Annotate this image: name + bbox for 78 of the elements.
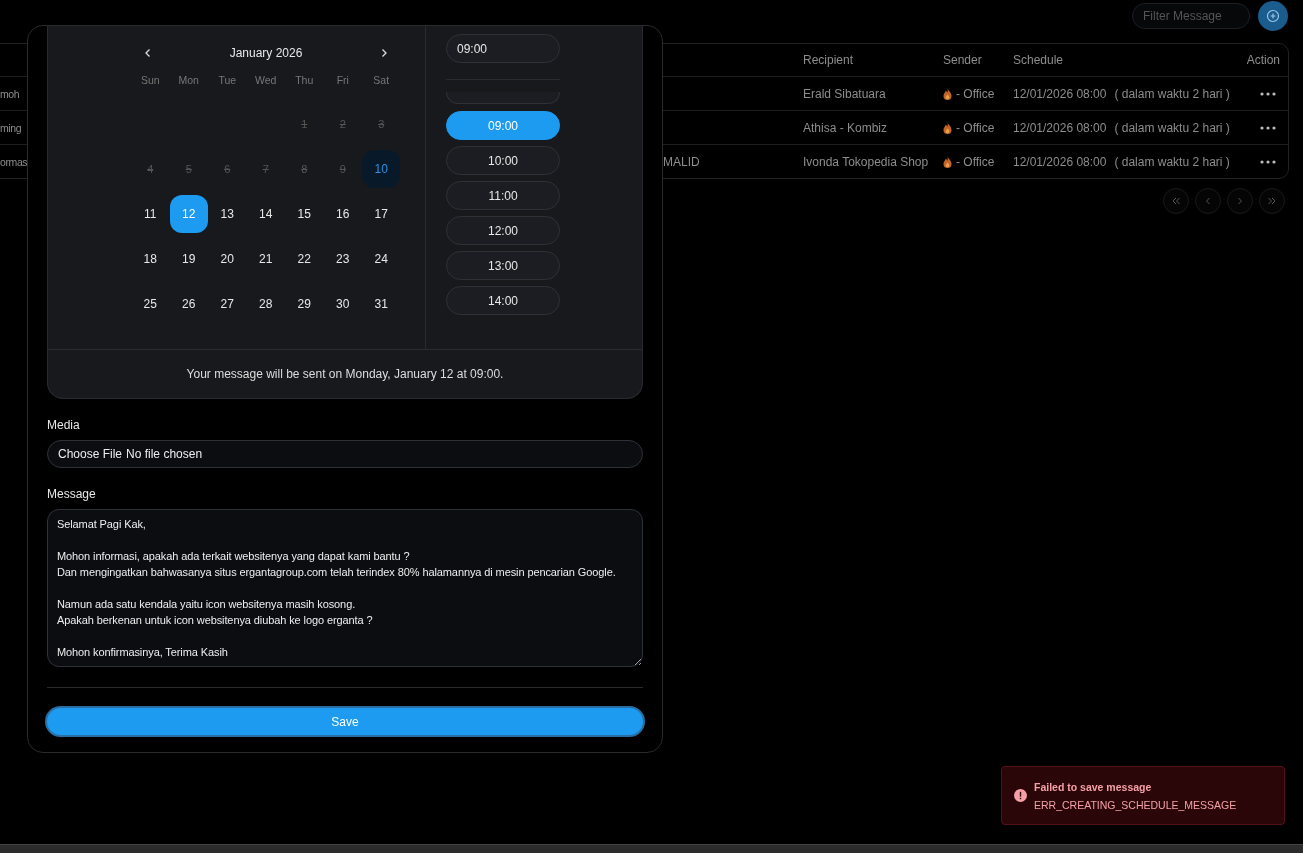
chevron-left-icon: [1203, 196, 1213, 206]
weekday-label: Thu: [294, 74, 315, 88]
flame-icon: [943, 155, 952, 168]
table-cell: Athisa - Kombiz: [803, 120, 888, 135]
table-cell: Ivonda Tokopedia Shop: [803, 154, 929, 169]
calendar-day[interactable]: 27: [208, 284, 247, 323]
weekday-label: Sat: [372, 74, 391, 88]
table-cell: 12/01/2026 08:00: [1013, 154, 1107, 169]
calendar-day[interactable]: 31: [362, 284, 401, 323]
ellipsis-icon: [1260, 159, 1276, 164]
chevron-left-icon: [144, 48, 152, 58]
message-field[interactable]: Selamat Pagi Kak, Mohon informasi, apakah ada terkait websitenya yang dapat kami bantu ? Dan mengingatkan bahwasanya situs ergantagroup.com telah terindex 80% halamannya di mesin pencarian Google. Namun ada satu kendala yaitu icon websitenya masih kosong. Apakah berkenan untuk icon websitenya diubah ke logo erganta ? Mohon konfirmasinya, Terima Kasih: [47, 509, 643, 667]
table-cell: ( dalam waktu 2 hari ): [1114, 154, 1230, 169]
table-cell: ormas: [0, 155, 28, 168]
filter-field[interactable]: Filter Message: [1132, 3, 1250, 29]
toast-title: Failed to save message: [1034, 780, 1153, 793]
column-header: Sender: [943, 53, 983, 67]
add-button[interactable]: [1258, 1, 1288, 31]
calendar-day[interactable]: 24: [362, 239, 401, 278]
weekday-label: Tue: [217, 74, 238, 88]
column-header: Action: [1245, 53, 1281, 67]
weekday-label: Mon: [177, 74, 200, 88]
column-header: Schedule: [1013, 53, 1065, 67]
table-cell: 12/01/2026 08:00: [1013, 120, 1107, 135]
error-icon: [1014, 789, 1027, 802]
file-field[interactable]: Choose File No file chosen: [47, 440, 643, 468]
calendar-day[interactable]: 15: [285, 194, 324, 233]
table-cell: MALID: [663, 154, 700, 169]
calendar-day[interactable]: 11: [131, 194, 170, 233]
table-cell: ( dalam waktu 2 hari ): [1114, 120, 1230, 135]
weekday-label: Wed: [254, 74, 278, 88]
calendar-day[interactable]: 25: [131, 284, 170, 323]
calendar-day[interactable]: 26: [169, 284, 208, 323]
calendar-day[interactable]: 10: [362, 149, 401, 188]
table-cell: - Office: [956, 86, 995, 101]
table-cell: - Office: [956, 120, 995, 135]
ellipsis-icon: [1260, 125, 1276, 130]
calendar-day[interactable]: 30: [323, 284, 362, 323]
calendar-day[interactable]: 29: [285, 284, 324, 323]
time-slot[interactable]: 13:00: [446, 251, 560, 280]
chevron-right-icon: [1235, 196, 1245, 206]
time-slot[interactable]: 10:00: [446, 146, 560, 175]
calendar-day[interactable]: 28: [246, 284, 285, 323]
chevron-right-icon: [380, 48, 388, 58]
calendar-day[interactable]: 22: [285, 239, 324, 278]
calendar-day[interactable]: 21: [246, 239, 285, 278]
add-icon: [1266, 9, 1280, 23]
time-slot[interactable]: 14:00: [446, 286, 560, 315]
toast-message: ERR_CREATING_SCHEDULE_MESSAGE: [1034, 798, 1237, 811]
flame-icon: [943, 87, 952, 100]
column-header: Recipient: [803, 53, 855, 67]
calendar-day[interactable]: 23: [323, 239, 362, 278]
time-field[interactable]: 09:00: [446, 34, 560, 63]
month-title: January 2026: [229, 46, 303, 60]
ellipsis-icon: [1260, 91, 1276, 96]
flame-icon: [943, 121, 952, 134]
media-label: Media: [47, 418, 81, 432]
time-slot[interactable]: 12:00: [446, 216, 560, 245]
table-cell: ming: [0, 121, 22, 134]
double-chevron-left-icon: [1171, 196, 1181, 206]
table-cell: Erald Sibatuara: [803, 86, 886, 101]
weekday-label: Sun: [139, 74, 161, 88]
calendar-day[interactable]: 20: [208, 239, 247, 278]
message-label: Message: [47, 487, 97, 501]
calendar-day[interactable]: 19: [169, 239, 208, 278]
calendar-day[interactable]: 17: [362, 194, 401, 233]
table-cell: 12/01/2026 08:00: [1013, 86, 1107, 101]
weekday-label: Fri: [335, 74, 350, 88]
calendar-day[interactable]: 13: [208, 194, 247, 233]
calendar-day[interactable]: 18: [131, 239, 170, 278]
table-cell: moh: [0, 87, 20, 100]
schedule-summary: Your message will be sent on Monday, January 12 at 09:00.: [186, 367, 504, 381]
calendar-day[interactable]: 14: [246, 194, 285, 233]
table-cell: - Office: [956, 154, 995, 169]
time-slot[interactable]: 11:00: [446, 181, 560, 210]
double-chevron-right-icon: [1267, 196, 1277, 206]
calendar-day[interactable]: 16: [323, 194, 362, 233]
table-cell: ( dalam waktu 2 hari ): [1114, 86, 1230, 101]
